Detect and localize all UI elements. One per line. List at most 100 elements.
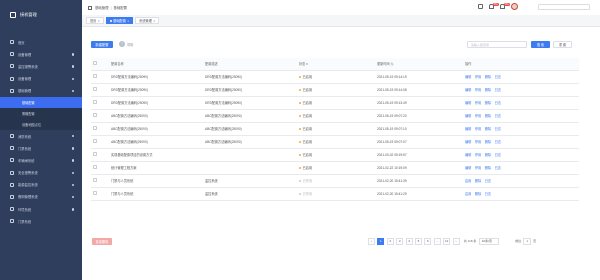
page-ellipsis[interactable]: ... — [433, 237, 441, 245]
row-checkbox[interactable] — [93, 126, 97, 130]
sidebar-item-access[interactable]: 门禁系统 — [0, 142, 82, 154]
row-action-link[interactable]: 编辑 — [465, 87, 471, 92]
batch-delete-button[interactable]: 批量删除 — [92, 237, 112, 245]
sidebar-item-home[interactable]: 首页 — [0, 36, 82, 48]
sidebar-item-basic[interactable]: 基础管理 — [0, 85, 82, 97]
row-action-link[interactable]: 删除 — [475, 191, 481, 196]
row-action-link[interactable]: 编辑 — [465, 126, 471, 131]
row-action-link[interactable]: 删除 — [485, 74, 491, 79]
row-checkbox[interactable] — [93, 139, 97, 143]
row-action-link[interactable]: 删除 — [485, 87, 491, 92]
row-checkbox[interactable] — [93, 87, 97, 91]
row-action-link[interactable]: 停用 — [475, 100, 481, 105]
page-button[interactable]: 1 — [377, 237, 385, 245]
sidebar-item-energy[interactable]: 能源监控系统 — [0, 179, 82, 191]
row-action-link[interactable]: 停用 — [475, 74, 481, 79]
sidebar-subitem-strategy[interactable]: 策略配置 — [0, 107, 82, 119]
row-action-link[interactable]: 停用 — [475, 165, 481, 170]
tab-system[interactable]: 系统管理 × — [135, 17, 160, 24]
sidebar-item-fire[interactable]: 消防系统 — [0, 130, 82, 142]
close-icon[interactable]: × — [153, 19, 155, 23]
alert-icon[interactable]: 99+ — [500, 2, 511, 9]
sidebar-item-access-2[interactable]: 门禁系统 — [0, 215, 82, 227]
search-input[interactable]: 请输入配置项 — [467, 41, 527, 48]
row-action-link[interactable]: 日志 — [495, 87, 501, 92]
row-checkbox[interactable] — [93, 74, 97, 78]
tab-home[interactable]: 首页 × — [86, 17, 104, 24]
row-action-link[interactable]: 删除 — [485, 113, 491, 118]
sidebar-subitem-map[interactable]: 设备地图点位 — [0, 118, 82, 130]
header-status[interactable]: 状态 ▾ — [297, 58, 375, 71]
message-icon[interactable] — [478, 4, 483, 9]
menu-fold-icon[interactable] — [88, 5, 92, 10]
close-icon[interactable]: × — [98, 19, 100, 23]
row-action-link[interactable]: 日志 — [495, 113, 501, 118]
row-action-link[interactable]: 删除 — [485, 139, 491, 144]
row-checkbox[interactable] — [93, 113, 97, 117]
row-action-link[interactable]: 停用 — [475, 113, 481, 118]
sidebar-item-monitor[interactable]: 监控报警系统 — [0, 60, 82, 72]
row-action-link[interactable]: 停用 — [475, 152, 481, 157]
bell-icon[interactable]: 99+ — [489, 2, 500, 9]
row-action-link[interactable]: 编辑 — [465, 100, 471, 105]
sidebar-item-parking[interactable]: 车辆闸系统 — [0, 154, 82, 166]
page-button[interactable]: 3 — [396, 237, 404, 245]
filter-icon[interactable]: ▾ — [306, 62, 308, 66]
row-action-link[interactable]: 日志 — [495, 165, 501, 170]
sidebar-item-device-2[interactable]: 设备管理 — [0, 73, 82, 85]
row-action-link[interactable]: 删除 — [485, 152, 491, 157]
global-search-input[interactable] — [538, 3, 590, 10]
new-config-button[interactable]: 新建配置 — [91, 41, 113, 48]
row-action-link[interactable]: 日志 — [495, 74, 501, 79]
page-button[interactable]: 6 — [424, 237, 432, 245]
app-logo[interactable]: 接机管理 — [0, 0, 82, 30]
row-action-link[interactable]: 停用 — [475, 139, 481, 144]
close-icon[interactable]: × — [127, 19, 129, 23]
row-action-link[interactable]: 启用 — [465, 178, 471, 183]
page-button[interactable]: 4 — [405, 237, 413, 245]
sort-icon[interactable]: ⇅ — [391, 62, 394, 66]
row-checkbox[interactable] — [93, 100, 97, 104]
page-button[interactable]: 12 — [443, 237, 451, 245]
row-action-link[interactable]: 停用 — [475, 126, 481, 131]
row-action-link[interactable]: 编辑 — [465, 165, 471, 170]
row-checkbox[interactable] — [93, 152, 97, 156]
page-button[interactable]: 2 — [386, 237, 394, 245]
avatar[interactable] — [511, 3, 518, 10]
row-action-link[interactable]: 启用 — [465, 191, 471, 196]
row-action-link[interactable]: 日志 — [495, 139, 501, 144]
next-page-button[interactable]: › — [452, 237, 460, 245]
page-size-select[interactable]: 10条/页 — [478, 237, 499, 245]
reset-button[interactable]: 重 置 — [553, 41, 572, 48]
breadcrumb-item[interactable]: 基础管理 — [95, 5, 109, 10]
sidebar-item-environment[interactable]: 环境系统 — [0, 203, 82, 215]
row-checkbox[interactable] — [93, 165, 97, 169]
search-button[interactable]: 搜 索 — [531, 41, 550, 48]
row-action-link[interactable]: 编辑 — [465, 152, 471, 157]
row-action-link[interactable]: 删除 — [485, 126, 491, 131]
row-action-link[interactable]: 删除 — [475, 178, 481, 183]
prev-page-button[interactable]: ‹ — [368, 237, 375, 245]
row-action-link[interactable]: 日志 — [495, 126, 501, 131]
sidebar-item-device[interactable]: 设备管理 — [0, 48, 82, 60]
row-action-link[interactable]: 编辑 — [465, 74, 471, 79]
tab-basic-config[interactable]: 基础配置 × — [105, 17, 134, 24]
page-jump-input[interactable]: 1 — [523, 237, 532, 245]
row-action-link[interactable]: 日志 — [495, 152, 501, 157]
row-action-link[interactable]: 编辑 — [465, 113, 471, 118]
row-action-link[interactable]: 日志 — [495, 100, 501, 105]
row-action-link[interactable]: 日志 — [485, 178, 491, 183]
page-button[interactable]: 5 — [414, 237, 422, 245]
row-action-link[interactable]: 编辑 — [465, 139, 471, 144]
row-checkbox[interactable] — [93, 178, 97, 182]
sidebar-item-lighting[interactable]: 照明管理系统 — [0, 191, 82, 203]
sidebar-subitem-basic-config[interactable]: 基础配置 — [0, 96, 82, 108]
row-checkbox[interactable] — [93, 191, 97, 195]
help-link[interactable]: ? 帮助 — [119, 41, 133, 48]
sidebar-item-alarm[interactable]: 安全报警系统 — [0, 167, 82, 179]
row-action-link[interactable]: 删除 — [485, 100, 491, 105]
header-time[interactable]: 更新时间 ⇅ — [375, 58, 463, 71]
select-all-checkbox[interactable] — [93, 61, 97, 66]
row-action-link[interactable]: 日志 — [485, 191, 491, 196]
row-action-link[interactable]: 删除 — [485, 165, 491, 170]
